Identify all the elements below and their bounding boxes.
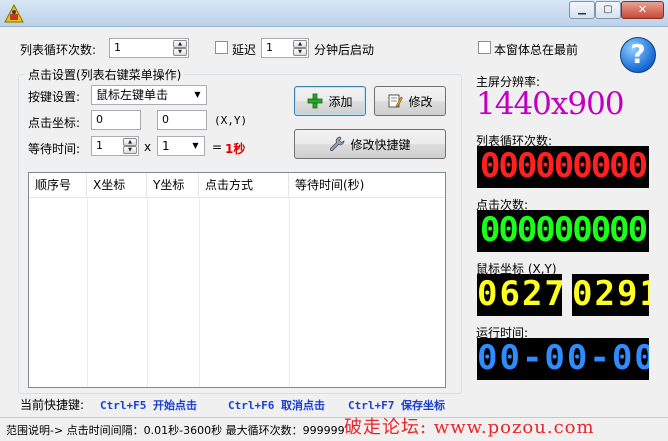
column-header-x[interactable]: X坐标: [87, 173, 147, 198]
click-settings-title: 点击设置(列表右键菜单操作): [25, 66, 185, 83]
loop-count-value: 1: [114, 41, 121, 54]
loop-count-input[interactable]: 1 ▲ ▼: [109, 38, 189, 58]
delay-suffix-label: 分钟后启动: [314, 43, 375, 57]
key-setting-value: 鼠标左键单击: [96, 88, 169, 102]
wait-time-value: 1: [96, 139, 103, 152]
click-list[interactable]: 顺序号 X坐标 Y坐标 点击方式 等待时间(秒): [28, 172, 446, 388]
topmost-label: 本窗体总在最前: [494, 43, 579, 57]
add-button[interactable]: 添加: [294, 86, 366, 116]
loop-count-label: 列表循环次数:: [20, 43, 97, 57]
click-list-header: 顺序号 X坐标 Y坐标 点击方式 等待时间(秒): [29, 173, 445, 198]
wait-times-symbol: x: [144, 140, 152, 154]
hotkey-save: Ctrl+F7 保存坐标: [348, 399, 445, 412]
wait-multiplier-value: 1: [162, 139, 170, 153]
mouse-y-display: 0291: [572, 274, 649, 316]
topmost-checkbox[interactable]: [478, 41, 491, 54]
coord-y-value: 0: [162, 113, 169, 126]
modify-button[interactable]: 修改: [374, 86, 446, 116]
status-text: 范围说明-> 点击时间间隔：0.01秒-3600秒 最大循环次数：999999: [6, 424, 345, 437]
coord-x-input[interactable]: 0: [91, 110, 141, 130]
mouse-x-display: 0627: [477, 274, 562, 316]
coord-hint: (X,Y): [214, 114, 248, 127]
wait-multiplier-select[interactable]: 1 ▼: [157, 136, 205, 156]
loop-counter-display: 000000000: [477, 146, 649, 188]
click-coord-label: 点击坐标:: [28, 116, 81, 130]
title-bar: ▁ ▢ ✕: [0, 0, 668, 27]
hotkey-cancel: Ctrl+F6 取消点击: [228, 399, 325, 412]
client-area: 列表循环次数: 1 ▲ ▼ 延迟 1 ▲ ▼ 分钟后启动 本窗体总在最前 ? 点击设…: [6, 28, 662, 439]
minimize-button[interactable]: ▁: [569, 1, 595, 19]
delay-minutes-value: 1: [266, 41, 273, 54]
column-header-order[interactable]: 顺序号: [29, 173, 87, 198]
delay-checkbox[interactable]: [215, 41, 228, 54]
help-icon[interactable]: ?: [620, 37, 656, 73]
plus-icon: [308, 93, 323, 109]
wait-time-label: 等待时间:: [28, 142, 81, 156]
app-icon: [4, 4, 24, 23]
wait-time-spinner[interactable]: ▲ ▼: [123, 138, 137, 154]
add-button-label: 添加: [328, 94, 353, 109]
hotkey-label: 当前快捷键:: [20, 398, 85, 412]
wait-result: 1秒: [225, 142, 246, 156]
wait-equals-symbol: =: [212, 140, 223, 154]
coord-x-value: 0: [96, 113, 103, 126]
key-setting-select[interactable]: 鼠标左键单击 ▼: [91, 85, 207, 105]
click-counter-display: 000000000: [477, 210, 649, 252]
maximize-button[interactable]: ▢: [595, 1, 621, 19]
modify-hotkey-button[interactable]: 修改快捷键: [294, 129, 446, 159]
close-button[interactable]: ✕: [621, 1, 664, 19]
edit-icon: [388, 94, 404, 108]
wait-time-input[interactable]: 1 ▲ ▼: [91, 136, 139, 156]
wrench-icon: [330, 136, 345, 152]
runtime-display: 00-00-00: [477, 338, 649, 380]
chevron-down-icon: ▼: [192, 141, 199, 150]
key-setting-label: 按键设置:: [28, 90, 81, 104]
delay-minutes-spinner[interactable]: ▲ ▼: [293, 40, 307, 56]
column-header-y[interactable]: Y坐标: [147, 173, 199, 198]
chevron-down-icon: ▼: [194, 90, 201, 99]
column-header-wait-time[interactable]: 等待时间(秒): [289, 173, 445, 198]
watermark: 破走论坛: www.pozou.com: [344, 417, 595, 438]
resolution-value: 1440x900: [476, 86, 625, 122]
delay-minutes-input[interactable]: 1 ▲ ▼: [261, 38, 309, 58]
modify-hotkey-button-label: 修改快捷键: [350, 137, 411, 152]
column-header-click-mode[interactable]: 点击方式: [199, 173, 289, 198]
delay-label: 延迟: [232, 43, 257, 57]
coord-y-input[interactable]: 0: [157, 110, 207, 130]
hotkey-start: Ctrl+F5 开始点击: [100, 399, 197, 412]
loop-count-spinner[interactable]: ▲ ▼: [173, 40, 187, 56]
modify-button-label: 修改: [408, 94, 433, 109]
